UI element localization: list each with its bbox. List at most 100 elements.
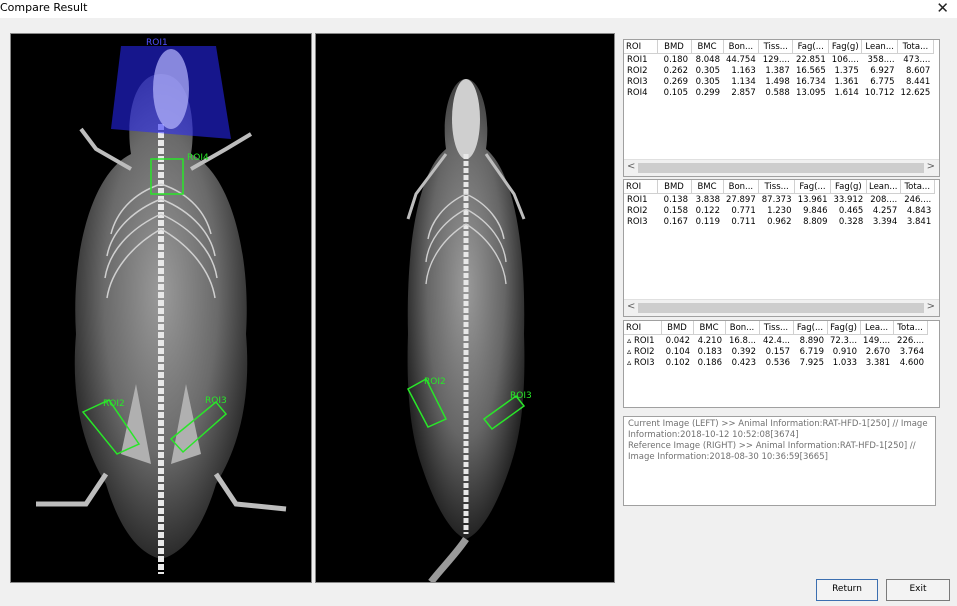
scroll-right-icon[interactable]: >: [927, 161, 935, 172]
table-cell: 1.033: [832, 357, 858, 368]
table-row[interactable]: ROI3 0.167 0.119 0.711 0.962 8.809 0.328 3.394 3…: [624, 216, 934, 227]
table-cell: 8.441: [905, 76, 931, 87]
col-fat-pct[interactable]: Fag(...: [794, 180, 831, 194]
table-row[interactable]: ROI1 0.180 8.048 44.754 129.... 22.851 106....…: [624, 54, 933, 66]
horizontal-scrollbar[interactable]: < >: [624, 159, 939, 176]
scroll-left-icon[interactable]: <: [627, 301, 635, 312]
close-icon[interactable]: ✕: [936, 0, 949, 17]
col-bmd[interactable]: BMD: [657, 180, 692, 194]
table-cell: 0.122: [695, 205, 720, 216]
col-tissue[interactable]: Tiss...: [758, 180, 795, 194]
table-row[interactable]: ROI3 0.269 0.305 1.134 1.498 16.734 1.361 6.775…: [624, 76, 933, 87]
results-grid: ROI BMD BMC Bon... Tiss... Fag(... Fag(g…: [624, 40, 934, 98]
table-cell: 42.4...: [762, 335, 790, 346]
scroll-thumb[interactable]: [638, 163, 924, 173]
table-cell: 0.102: [665, 357, 690, 368]
table-cell: 0.910: [832, 346, 858, 357]
col-bmd[interactable]: BMD: [661, 321, 694, 335]
table-cell: 6.775: [870, 76, 895, 87]
col-lean[interactable]: Lean...: [861, 40, 899, 54]
table-cell: 0.328: [838, 216, 864, 227]
table-row[interactable]: ▵ ROI3 0.102 0.186 0.423 0.536 7.925 1.033 3.38…: [624, 357, 927, 368]
scroll-thumb[interactable]: [638, 303, 924, 313]
table-row[interactable]: ROI1 0.138 3.838 27.897 87.373 13.961 33.912 20…: [624, 194, 934, 206]
col-fat-pct[interactable]: Fag(...: [793, 321, 828, 335]
table-cell: 0.119: [695, 216, 720, 227]
col-fat-g[interactable]: Fag(g): [830, 180, 867, 194]
col-bmd[interactable]: BMD: [657, 40, 692, 54]
image-info-box[interactable]: Current Image (LEFT) >> Animal Informati…: [623, 416, 936, 506]
table-cell: 1.614: [834, 87, 859, 98]
table-cell: 246....: [904, 194, 932, 205]
horizontal-scrollbar[interactable]: < >: [624, 299, 939, 316]
table-row[interactable]: ROI2 0.158 0.122 0.771 1.230 9.846 0.465 4.257 4…: [624, 205, 934, 216]
scroll-left-icon[interactable]: <: [627, 161, 635, 172]
col-total[interactable]: Tota...: [900, 180, 935, 194]
col-tissue[interactable]: Tiss...: [758, 40, 794, 54]
exit-button[interactable]: Exit: [886, 579, 950, 601]
results-grid: ROI BMD BMC Bon... Tiss... Fag(... Fag(g…: [624, 180, 935, 227]
table-row[interactable]: ▵ ROI2 0.104 0.183 0.392 0.157 6.719 0.910 2.67…: [624, 346, 927, 357]
table-cell: 1.387: [765, 65, 790, 76]
table-cell: ROI1: [627, 54, 648, 65]
col-fat-g[interactable]: Fag(g): [828, 40, 863, 54]
table-cell: 16.8...: [728, 335, 756, 346]
table-cell: 4.843: [906, 205, 932, 216]
col-total[interactable]: Tota...: [893, 321, 928, 335]
table-cell: 0.299: [695, 87, 720, 98]
table-cell: 27.897: [726, 194, 756, 205]
current-image-panel[interactable]: ROI1 ROI4 ROI2 ROI3: [10, 33, 312, 583]
table-cell: 13.095: [796, 87, 826, 98]
col-total[interactable]: Tota...: [897, 40, 934, 54]
table-header-row: ROI BMD BMC Bon... Tiss... Fag(... Fag(g…: [624, 40, 934, 54]
table-cell: 0.186: [697, 357, 722, 368]
table-cell: 13.961: [797, 194, 828, 205]
table-cell: 1.230: [767, 205, 792, 216]
roi4-label: ROI4: [187, 153, 209, 163]
col-fat-pct[interactable]: Fag(...: [792, 40, 830, 54]
table-cell: 16.734: [796, 76, 826, 87]
table-cell: 0.465: [838, 205, 864, 216]
table-cell: 1.134: [731, 76, 756, 87]
table-row[interactable]: ROI4 0.105 0.299 2.857 0.588 13.095 1.614 10.71…: [624, 87, 933, 98]
table-cell: 0.180: [663, 54, 688, 65]
col-lean[interactable]: Lea...: [860, 321, 894, 335]
col-bmc[interactable]: BMC: [691, 180, 724, 194]
col-bone[interactable]: Bon...: [723, 180, 760, 194]
table-row[interactable]: ▵ ROI1 0.042 4.210 16.8... 42.4... 8.890 72.3.…: [624, 335, 927, 347]
table-cell: 1.163: [731, 65, 756, 76]
col-bmc[interactable]: BMC: [691, 40, 724, 54]
results-grid: ROI BMD BMC Bon... Tiss... Fag(... Fag(g…: [624, 321, 928, 368]
scroll-right-icon[interactable]: >: [927, 301, 935, 312]
table-cell: 7.925: [799, 357, 824, 368]
current-results-table[interactable]: ROI BMD BMC Bon... Tiss... Fag(... Fag(g…: [623, 39, 940, 177]
col-tissue[interactable]: Tiss...: [759, 321, 794, 335]
col-bone[interactable]: Bon...: [723, 40, 760, 54]
roi2-label-left: ROI2: [103, 399, 125, 409]
table-cell: 0.588: [765, 87, 790, 98]
table-cell: 1.375: [834, 65, 859, 76]
table-cell: 4.257: [872, 205, 898, 216]
table-cell: 4.600: [899, 357, 925, 368]
table-cell: ▵ ROI2: [627, 346, 655, 357]
col-fat-g[interactable]: Fag(g): [827, 321, 861, 335]
col-bmc[interactable]: BMC: [693, 321, 726, 335]
table-cell: 3.764: [899, 346, 925, 357]
reference-image-panel[interactable]: ROI2 ROI3: [315, 33, 615, 583]
col-roi[interactable]: ROI: [624, 40, 658, 54]
col-bone[interactable]: Bon...: [725, 321, 760, 335]
col-lean[interactable]: Lean...: [866, 180, 901, 194]
difference-results-table[interactable]: ROI BMD BMC Bon... Tiss... Fag(... Fag(g…: [623, 320, 940, 408]
table-row[interactable]: ROI2 0.262 0.305 1.163 1.387 16.565 1.375 6.927…: [624, 65, 933, 76]
reference-results-table[interactable]: ROI BMD BMC Bon... Tiss... Fag(... Fag(g…: [623, 179, 940, 317]
return-button[interactable]: Return: [816, 579, 878, 601]
col-roi[interactable]: ROI: [624, 180, 658, 194]
table-cell: 0.305: [695, 65, 720, 76]
table-cell: 6.719: [799, 346, 824, 357]
col-roi[interactable]: ROI: [624, 321, 662, 335]
table-cell: 8.890: [799, 335, 824, 346]
table-cell: 33.912: [833, 194, 864, 205]
table-cell: 0.157: [765, 346, 790, 357]
roi3-label-left: ROI3: [205, 396, 227, 406]
table-cell: 1.361: [834, 76, 859, 87]
